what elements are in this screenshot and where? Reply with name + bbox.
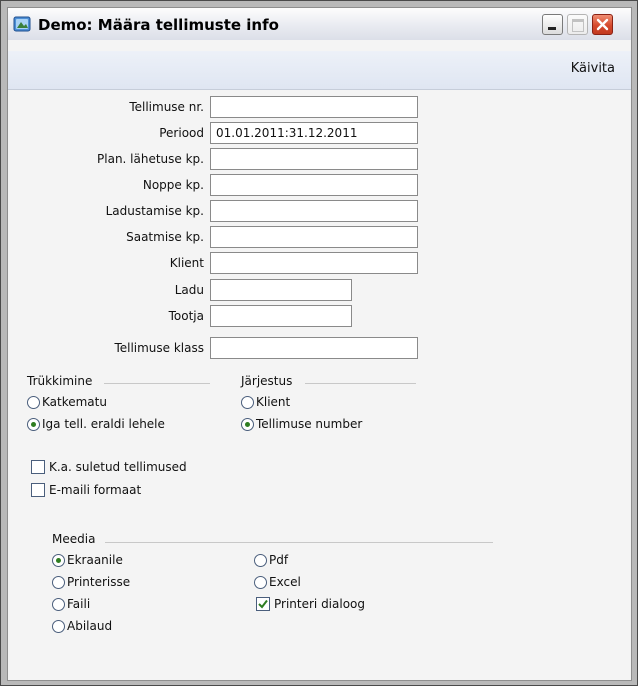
title-bar[interactable]: Demo: Määra tellimuste info — [7, 7, 632, 40]
printing-group-divider — [104, 383, 210, 384]
radio-icon — [52, 598, 65, 611]
order-class-input[interactable] — [210, 337, 418, 359]
radio-selected-icon — [52, 554, 65, 567]
period-input[interactable] — [210, 122, 418, 144]
dialog-body: Käivita Tellimuse nr. Periood Plan. lähe… — [7, 40, 632, 681]
include-closed-orders-checkbox[interactable]: K.a. suletud tellimused — [31, 460, 187, 478]
shipping-date-label: Saatmise kp. — [126, 230, 204, 244]
radio-icon — [52, 620, 65, 633]
close-button[interactable] — [592, 14, 613, 35]
planned-ship-date-label: Plan. lähetuse kp. — [97, 152, 204, 166]
order-number-label: Tellimuse nr. — [129, 100, 204, 114]
picking-date-label: Noppe kp. — [142, 178, 204, 192]
maximize-button[interactable] — [567, 14, 588, 35]
window-title: Demo: Määra tellimuste info — [38, 16, 279, 34]
sorting-group-divider — [305, 383, 416, 384]
checkbox-icon — [31, 483, 45, 497]
radio-selected-icon — [27, 418, 40, 431]
order-number-input[interactable] — [210, 96, 418, 118]
radio-icon — [27, 396, 40, 409]
customer-label: Klient — [169, 256, 204, 270]
app-icon — [13, 16, 31, 32]
radio-icon — [254, 576, 267, 589]
app-window: Demo: Määra tellimuste info Käivita Tell… — [0, 0, 638, 686]
radio-icon — [241, 396, 254, 409]
printing-each-order-radio[interactable]: Iga tell. eraldi lehele — [27, 417, 165, 435]
media-file-radio[interactable]: Faili — [52, 597, 90, 615]
radio-icon — [52, 576, 65, 589]
media-printer-radio[interactable]: Printerisse — [52, 575, 130, 593]
sorting-group-title: Järjestus — [241, 374, 293, 388]
shipping-date-input[interactable] — [210, 226, 418, 248]
radio-selected-icon — [241, 418, 254, 431]
sort-order-number-radio[interactable]: Tellimuse number — [241, 417, 362, 435]
manufacturer-input[interactable] — [210, 305, 352, 327]
storing-date-label: Ladustamise kp. — [105, 204, 204, 218]
warehouse-input[interactable] — [210, 279, 352, 301]
picking-date-input[interactable] — [210, 174, 418, 196]
media-group-divider — [105, 542, 493, 543]
sort-customer-radio[interactable]: Klient — [241, 395, 290, 413]
minimize-button[interactable] — [542, 14, 563, 35]
close-icon — [596, 18, 609, 31]
checkbox-icon — [31, 460, 45, 474]
radio-icon — [254, 554, 267, 567]
warehouse-label: Ladu — [174, 283, 204, 297]
checkbox-checked-icon — [256, 597, 270, 611]
media-group-title: Meedia — [52, 532, 96, 546]
printing-continuous-radio[interactable]: Katkematu — [27, 395, 107, 413]
toolbar: Käivita — [8, 51, 631, 90]
run-button[interactable]: Käivita — [571, 61, 615, 76]
customer-input[interactable] — [210, 252, 418, 274]
printing-group-title: Trükkimine — [27, 374, 93, 388]
media-excel-radio[interactable]: Excel — [254, 575, 301, 593]
media-pdf-radio[interactable]: Pdf — [254, 553, 288, 571]
planned-ship-date-input[interactable] — [210, 148, 418, 170]
period-label: Periood — [159, 126, 204, 140]
order-class-label: Tellimuse klass — [114, 341, 204, 355]
printer-dialog-checkbox[interactable]: Printeri dialoog — [256, 597, 365, 615]
email-format-checkbox[interactable]: E-maili formaat — [31, 483, 141, 501]
storing-date-input[interactable] — [210, 200, 418, 222]
media-screen-radio[interactable]: Ekraanile — [52, 553, 123, 571]
media-clipboard-radio[interactable]: Abilaud — [52, 619, 112, 637]
manufacturer-label: Tootja — [168, 309, 204, 323]
